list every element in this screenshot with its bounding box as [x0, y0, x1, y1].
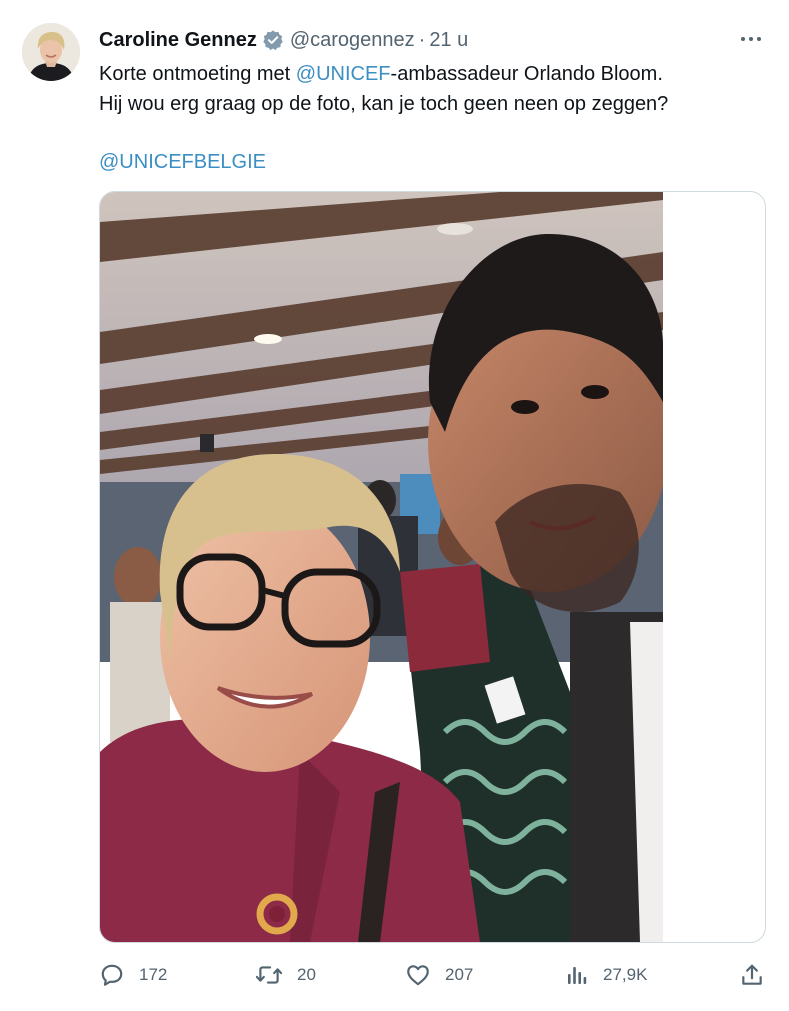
handle[interactable]: @carogennez	[290, 29, 415, 52]
mention-unicefbelgie-link[interactable]: @UNICEFBELGIE	[99, 147, 759, 177]
tweet-text-part: Korte ontmoeting met	[99, 63, 296, 85]
retweet-button[interactable]: 20	[255, 958, 316, 992]
reply-button[interactable]: 172	[99, 958, 167, 992]
views-button[interactable]: 27,9K	[565, 958, 647, 992]
avatar-image	[22, 23, 80, 81]
tweet-header: Caroline Gennez @carogennez · 21 u	[99, 26, 468, 54]
share-icon	[742, 964, 762, 985]
analytics-bar-icon	[568, 967, 587, 984]
like-button[interactable]: 207	[405, 958, 473, 992]
tweet-actions: 172 20 207 27,9K	[99, 958, 769, 992]
like-count: 207	[445, 965, 474, 984]
timestamp[interactable]: 21 u	[429, 29, 468, 52]
tweet-line-2: Hij wou erg graag op de foto, kan je toc…	[99, 93, 669, 115]
tweet-text: Korte ontmoeting met @UNICEF-ambassadeur…	[99, 59, 759, 177]
reply-count: 172	[139, 965, 168, 984]
mention-unicef-link[interactable]: @UNICEF	[296, 63, 391, 85]
retweet-count: 20	[297, 965, 316, 984]
tweet[interactable]: Caroline Gennez @carogennez · 21 u Korte…	[0, 0, 789, 1011]
separator-dot: ·	[418, 28, 426, 51]
heart-icon	[407, 965, 429, 986]
more-options-icon[interactable]	[736, 29, 766, 49]
share-button[interactable]	[739, 958, 765, 992]
display-name[interactable]: Caroline Gennez	[99, 29, 257, 52]
reply-icon	[101, 964, 123, 986]
media-container[interactable]	[99, 191, 766, 943]
avatar[interactable]	[22, 23, 80, 81]
tweet-text-part: -ambassadeur Orlando Bloom.	[390, 63, 663, 85]
retweet-icon	[255, 966, 283, 984]
tweet-line-1: Korte ontmoeting met @UNICEF-ambassadeur…	[99, 59, 759, 89]
verified-badge-icon	[262, 29, 284, 51]
views-count: 27,9K	[603, 965, 648, 984]
photo-image[interactable]	[100, 192, 663, 942]
